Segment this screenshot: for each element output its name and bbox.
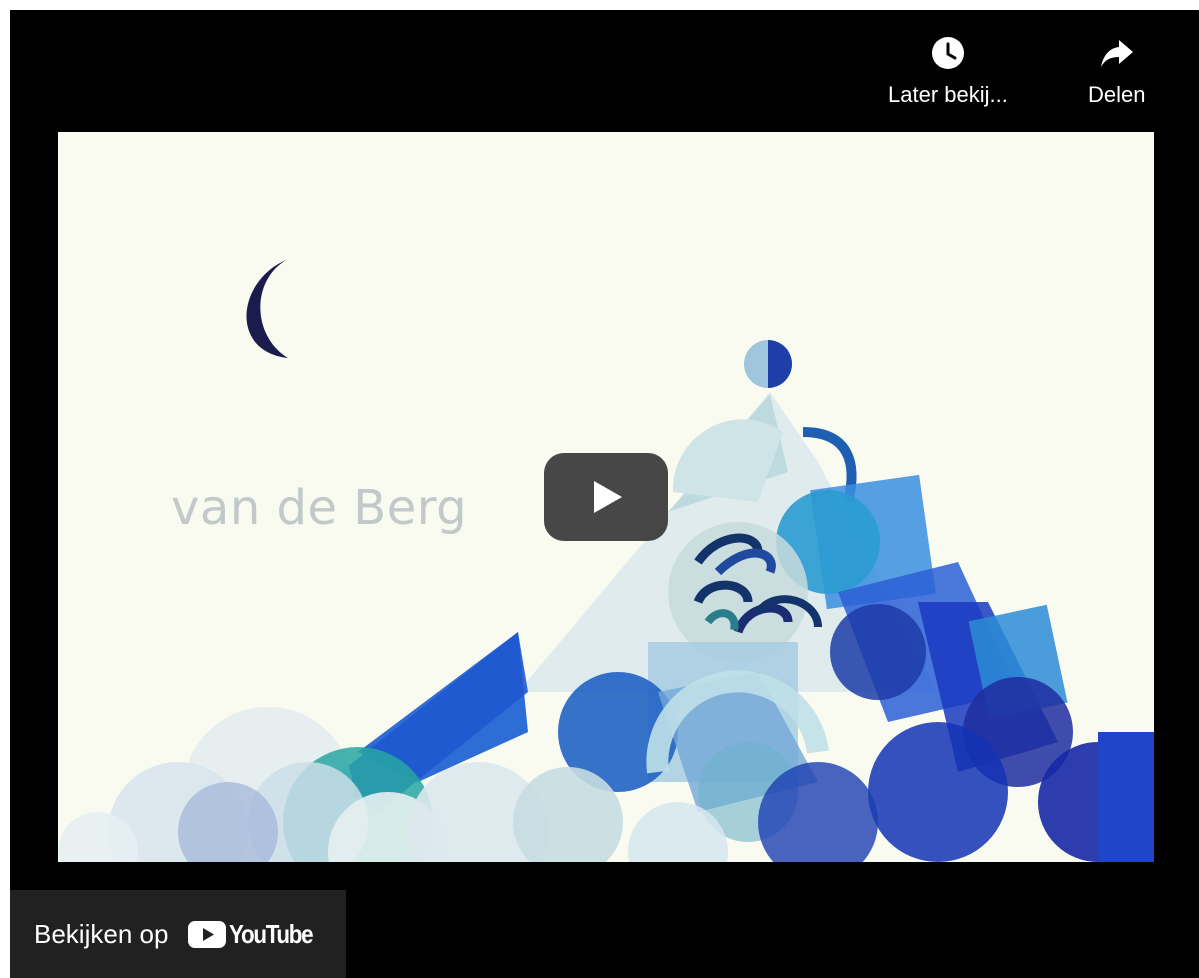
moon-shape [246,260,288,358]
play-button[interactable] [544,453,668,541]
youtube-logo-icon [188,920,227,948]
youtube-wordmark: YouTube [229,918,314,949]
video-caption-text: van de Berg [171,480,468,536]
video-player[interactable]: van de Berg Later bekij... Delen Bekijke… [10,10,1199,978]
clock-icon [931,37,964,69]
share-button[interactable]: Delen [1088,36,1145,108]
watch-on-label: Bekijken op [34,918,169,949]
watch-on-youtube-link[interactable]: Bekijken op YouTube [10,890,346,978]
watch-later-label: Later bekij... [888,82,1008,107]
watch-later-button[interactable]: Later bekij... [888,36,1008,108]
share-arrow-icon [1100,40,1133,67]
share-label: Delen [1088,82,1146,107]
youtube-logo: YouTube [188,919,326,950]
